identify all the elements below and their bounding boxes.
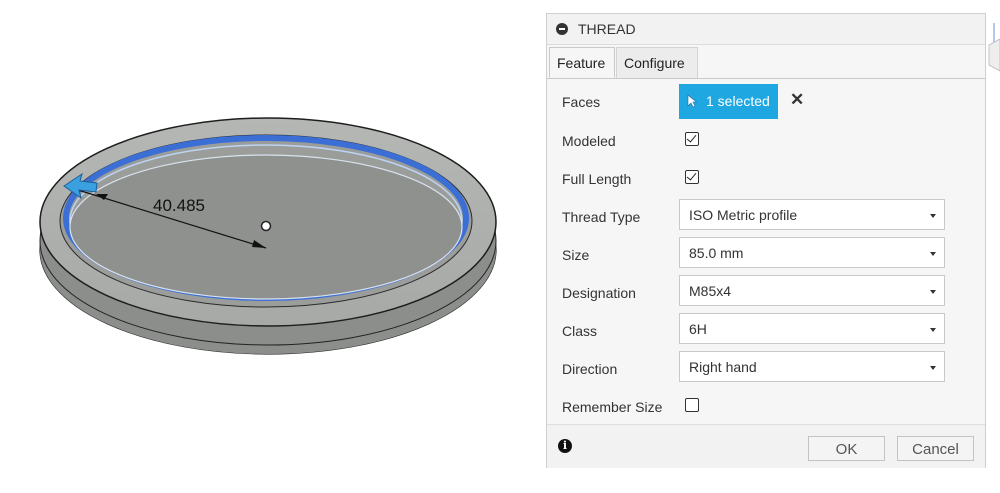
chevron-down-icon xyxy=(930,366,936,370)
size-row: Size 85.0 mm xyxy=(547,236,987,272)
chevron-down-icon xyxy=(930,290,936,294)
designation-select[interactable]: M85x4 xyxy=(679,275,945,306)
direction-label: Direction xyxy=(562,361,618,377)
thread-type-row: Thread Type ISO Metric profile xyxy=(547,198,987,234)
ok-button[interactable]: OK xyxy=(808,436,885,461)
chevron-down-icon xyxy=(930,252,936,256)
direction-select[interactable]: Right hand xyxy=(679,351,945,382)
remember-size-row: Remember Size xyxy=(547,388,987,424)
thread-type-label: Thread Type xyxy=(562,209,641,225)
tab-configure[interactable]: Configure xyxy=(616,47,698,78)
faces-selection-button[interactable]: 1 selected xyxy=(679,84,778,119)
size-value: 85.0 mm xyxy=(689,245,744,261)
part-model[interactable] xyxy=(0,0,545,493)
chevron-down-icon xyxy=(930,328,936,332)
remember-size-checkbox[interactable] xyxy=(685,398,699,412)
info-icon[interactable]: i xyxy=(558,439,572,453)
class-row: Class 6H xyxy=(547,312,987,348)
class-select[interactable]: 6H xyxy=(679,313,945,344)
class-label: Class xyxy=(562,323,598,339)
cursor-icon xyxy=(687,94,697,108)
tab-feature[interactable]: Feature xyxy=(549,47,615,78)
dimension-label[interactable]: 40.485 xyxy=(153,196,205,216)
direction-value: Right hand xyxy=(689,359,757,375)
remember-size-label: Remember Size xyxy=(562,399,663,415)
tab-bar: Feature Configure xyxy=(547,45,985,79)
clear-selection-icon[interactable]: ✕ xyxy=(790,90,806,112)
thread-type-select[interactable]: ISO Metric profile xyxy=(679,199,945,230)
class-value: 6H xyxy=(689,321,707,337)
faces-label: Faces xyxy=(562,94,601,110)
size-select[interactable]: 85.0 mm xyxy=(679,237,945,268)
modeled-checkbox[interactable] xyxy=(685,132,699,146)
full-length-checkbox[interactable] xyxy=(685,170,699,184)
dialog-footer: i OK Cancel xyxy=(547,424,985,468)
center-point[interactable] xyxy=(260,220,272,232)
collapse-icon[interactable] xyxy=(556,23,568,35)
modeled-label: Modeled xyxy=(562,133,616,149)
dialog-titlebar[interactable]: THREAD xyxy=(547,14,985,45)
faces-selection-value: 1 selected xyxy=(706,93,770,109)
thread-type-value: ISO Metric profile xyxy=(689,207,798,223)
designation-row: Designation M85x4 xyxy=(547,274,987,310)
cancel-button[interactable]: Cancel xyxy=(897,436,974,461)
full-length-label: Full Length xyxy=(562,171,632,187)
thread-dialog: THREAD Feature Configure Faces 1 selecte… xyxy=(546,13,986,468)
viewport-3d[interactable]: 40.485 xyxy=(0,0,545,493)
dialog-title: THREAD xyxy=(578,21,636,37)
view-cube-icon[interactable] xyxy=(985,15,1000,75)
direction-row: Direction Right hand xyxy=(547,350,987,386)
designation-value: M85x4 xyxy=(689,283,732,299)
full-length-row: Full Length xyxy=(547,160,987,196)
size-label: Size xyxy=(562,247,590,263)
faces-row: Faces 1 selected ✕ xyxy=(547,84,987,120)
designation-label: Designation xyxy=(562,285,636,301)
modeled-row: Modeled xyxy=(547,122,987,158)
chevron-down-icon xyxy=(930,214,936,218)
